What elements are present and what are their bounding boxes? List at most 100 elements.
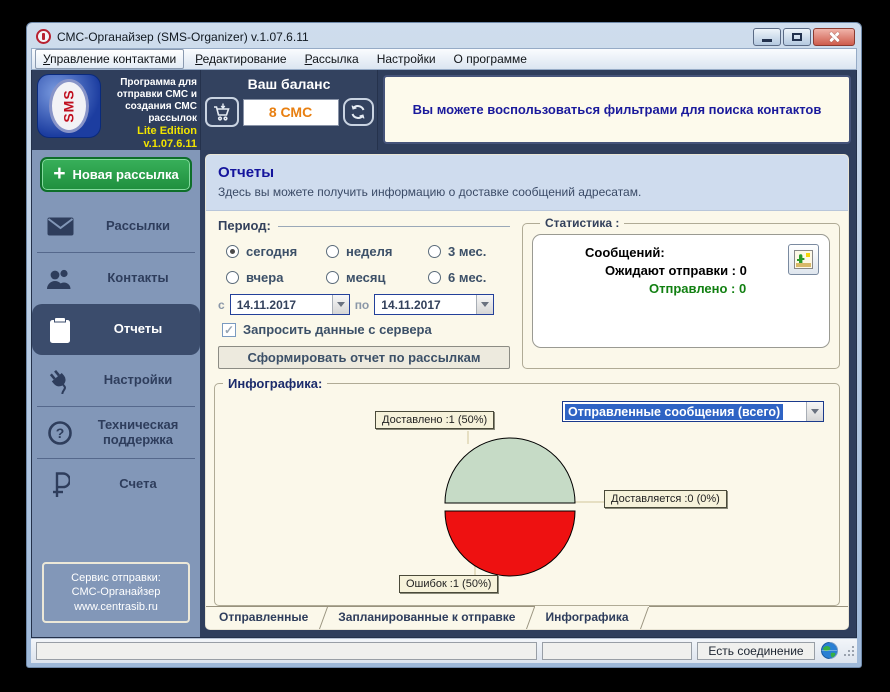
sidebar-item-label: Счета <box>88 477 200 492</box>
tab-sent[interactable]: Отправленные <box>209 607 328 629</box>
radio-month[interactable]: месяц <box>326 270 428 285</box>
stats-messages-label: Сообщений: <box>585 245 819 260</box>
plug-icon <box>32 368 88 394</box>
date-from-label: с <box>218 298 225 312</box>
statistics-box: Сообщений: Ожидают отправки : 0 Отправле… <box>532 234 830 348</box>
sms-logo: SMS <box>37 74 101 138</box>
status-panel-secondary <box>542 642 692 660</box>
period-legend: Период: <box>218 218 510 233</box>
chevron-down-icon[interactable] <box>332 295 349 314</box>
maximize-button[interactable] <box>783 28 811 46</box>
balance-title: Ваш баланс <box>248 76 331 92</box>
sms-logo-text: SMS <box>61 89 77 122</box>
checkbox-icon[interactable]: ✓ <box>222 323 236 337</box>
radio-dot <box>326 245 339 258</box>
infographic-legend: Инфографика: <box>223 376 327 391</box>
menu-mailing[interactable]: Рассылка <box>298 50 366 68</box>
statistics-legend: Статистика : <box>540 216 624 230</box>
report-tabs: Отправленные Запланированные к отправке … <box>206 606 848 629</box>
menubar: Управление контактами Редактирование Рас… <box>31 48 857 70</box>
maximize-icon <box>792 33 802 41</box>
chevron-down-icon[interactable] <box>806 402 823 421</box>
ruble-icon <box>32 471 88 499</box>
chevron-down-icon[interactable] <box>476 295 493 314</box>
new-mailing-button[interactable]: + Новая рассылка <box>40 157 192 192</box>
radio-dot <box>226 245 239 258</box>
screenshot-canvas: СМС-Органайзер (SMS-Organizer) v.1.07.6.… <box>0 0 890 692</box>
sidebar-item-label: Отчеты <box>88 322 200 337</box>
sidebar-item-mailings[interactable]: Рассылки <box>32 201 200 252</box>
sidebar-item-invoices[interactable]: Счета <box>32 459 200 510</box>
status-panel-main <box>36 642 537 660</box>
radio-3months[interactable]: 3 мес. <box>428 244 510 259</box>
chart-image-button[interactable] <box>788 244 819 275</box>
footer-line: СМС-Органайзер <box>46 585 186 599</box>
date-from-value: 14.11.2017 <box>231 295 332 314</box>
date-from-picker[interactable]: 14.11.2017 <box>230 294 350 315</box>
minimize-icon <box>762 39 772 42</box>
date-to-picker[interactable]: 14.11.2017 <box>374 294 494 315</box>
sidebar-item-reports[interactable]: Отчеты <box>32 304 200 355</box>
sidebar-item-settings[interactable]: Настройки <box>32 355 200 406</box>
sidebar-item-label: Контакты <box>88 271 200 286</box>
plus-icon: + <box>53 163 65 184</box>
radio-dot <box>428 245 441 258</box>
radio-week[interactable]: неделя <box>326 244 428 259</box>
main-panel: Отчеты Здесь вы можете получить информац… <box>205 154 849 630</box>
close-icon <box>828 31 840 43</box>
resize-grip[interactable] <box>844 646 854 656</box>
brand-tagline: Программа для отправки СМС и создания СМ… <box>106 77 197 125</box>
radio-today[interactable]: сегодня <box>226 244 326 259</box>
sidebar-item-support[interactable]: ? Техническая поддержка <box>32 407 200 458</box>
pie-label-delivered: Доставлено :1 (50%) <box>375 411 494 429</box>
generate-report-button[interactable]: Сформировать отчет по рассылкам <box>218 346 510 369</box>
sidebar: + Новая рассылка Рассылки <box>32 150 200 637</box>
chart-type-dropdown[interactable]: Отправленные сообщения (всего) <box>562 401 824 422</box>
people-icon <box>32 268 88 290</box>
sidebar-item-label: Техническая поддержка <box>88 418 200 448</box>
balance-row: 8 СМС <box>205 97 374 127</box>
date-to-label: по <box>355 298 370 312</box>
radio-yesterday[interactable]: вчера <box>226 270 326 285</box>
checkbox-label: Запросить данные с сервера <box>243 322 432 337</box>
main-frame: Отчеты Здесь вы можете получить информац… <box>200 150 856 637</box>
menu-about[interactable]: О программе <box>447 50 534 68</box>
notice-banner: Вы можете воспользоваться фильтрами для … <box>383 75 851 144</box>
brand-text: Программа для отправки СМС и создания СМ… <box>106 74 197 146</box>
menu-editing[interactable]: Редактирование <box>188 50 293 68</box>
buy-sms-button[interactable] <box>205 97 239 127</box>
server-data-checkbox-row[interactable]: ✓ Запросить данные с сервера <box>222 322 510 337</box>
pie-chart <box>440 431 580 581</box>
sidebar-item-label: Настройки <box>88 373 200 388</box>
envelope-icon <box>32 217 88 236</box>
page-header: Отчеты Здесь вы можете получить информац… <box>206 155 848 211</box>
cart-icon <box>212 102 232 122</box>
refresh-icon <box>349 103 367 121</box>
new-mailing-label: Новая рассылка <box>72 167 178 182</box>
tab-scheduled[interactable]: Запланированные к отправке <box>328 607 535 629</box>
infographic-group: Инфографика: Отправленные сообщения (все… <box>214 376 840 606</box>
page-body: Период: сегодня неделя 3 мес. вчера меся… <box>206 211 848 606</box>
svg-text:?: ? <box>56 425 65 441</box>
radio-6months[interactable]: 6 мес. <box>428 270 510 285</box>
stats-pending-value: Ожидают отправки : 0 <box>605 263 819 278</box>
minimize-button[interactable] <box>753 28 781 46</box>
date-to-value: 14.11.2017 <box>375 295 476 314</box>
sidebar-item-contacts[interactable]: Контакты <box>32 253 200 304</box>
pie-label-delivering: Доставляется :0 (0%) <box>604 490 727 508</box>
refresh-balance-button[interactable] <box>343 98 374 126</box>
footer-link[interactable]: www.centrasib.ru <box>46 600 186 614</box>
menu-settings[interactable]: Настройки <box>370 50 443 68</box>
radio-dot <box>428 271 441 284</box>
close-button[interactable] <box>813 28 855 46</box>
brand-block: SMS Программа для отправки СМС и создани… <box>32 70 200 150</box>
top-row: SMS Программа для отправки СМС и создани… <box>32 70 856 150</box>
menu-contacts-management[interactable]: Управление контактами <box>35 49 184 69</box>
pie-slice-delivered <box>445 438 575 503</box>
tab-infographic[interactable]: Инфографика <box>535 606 648 629</box>
globe-icon <box>820 642 838 660</box>
page-subtitle: Здесь вы можете получить информацию о до… <box>218 185 836 199</box>
balance-panel: Ваш баланс 8 СМС <box>200 70 378 150</box>
image-icon <box>794 250 813 269</box>
connection-status: Есть соединение <box>697 642 815 660</box>
